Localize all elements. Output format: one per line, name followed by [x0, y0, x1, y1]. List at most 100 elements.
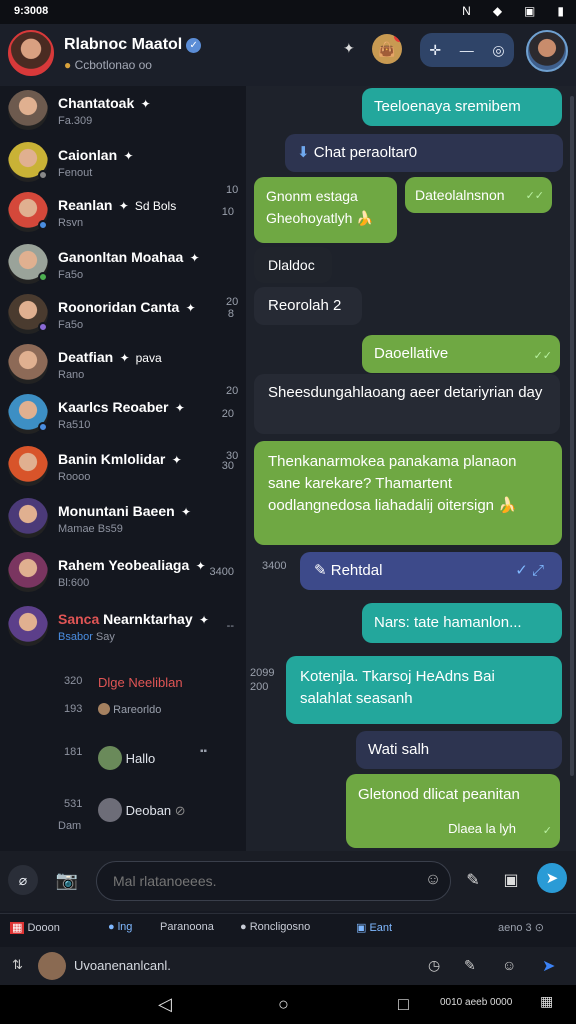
message-bubble[interactable]: Sheesdungahlaoang aeer detariyrian day [254, 374, 560, 434]
chat-list-item[interactable]: Chantatoak ✦ Fa.309 [0, 86, 246, 136]
chat-list-item[interactable]: Caionlan ✦ Fenout [0, 138, 246, 188]
emoji-picker-icon[interactable]: ☺ [418, 865, 448, 895]
home-icon[interactable]: ○ [278, 994, 289, 1015]
sub-thread-time: 181 [64, 746, 83, 758]
minus-icon[interactable]: — [460, 42, 474, 58]
header-avatar[interactable] [8, 30, 54, 76]
quick-avatar[interactable] [38, 952, 66, 980]
message-bubble[interactable]: Dateolalnsnon ✓✓ [405, 177, 552, 213]
composer-bar: ⌀ 📷 ☺ ✎ ▣ [0, 851, 576, 911]
sub-thread-text: Rareorldo [98, 703, 161, 716]
chat-list-item[interactable]: Roonoridan Canta ✦ Fa5o 8 [0, 290, 246, 340]
more-icon[interactable]: ▪▪ [200, 746, 207, 757]
message-bubble[interactable]: ⬇ Chat peraoltar0 [285, 134, 563, 172]
quick-reply-text[interactable]: Uvoanenanlcanl. [74, 958, 171, 973]
sub-thread-row[interactable]: 181 Hallo ▪▪ [0, 736, 246, 776]
recents-icon[interactable]: □ [398, 994, 409, 1015]
message-bubble[interactable]: Gletonod dlicat peanitan Dlaea la lyh ✓ [346, 774, 560, 848]
contact-name: Kaarlcs Reoaber ✦ [58, 399, 185, 415]
message-bubble[interactable]: Kotenjla. Tkarsoj HeAdns Bai salahlat se… [286, 656, 562, 724]
message-text: Kotenjla. Tkarsoj HeAdns Bai salahlat se… [300, 668, 495, 707]
pencil-icon: ✎ [314, 562, 327, 579]
message-bubble[interactable]: Nars: tate hamanlon... [362, 603, 562, 643]
send-button[interactable]: ➤ [537, 863, 567, 893]
tab-label: aeno 3 [498, 922, 532, 934]
tab-label: lng [117, 921, 133, 933]
contact-prefix: Sanca [58, 611, 100, 627]
tab-4[interactable]: ● Roncligosno [240, 921, 310, 933]
back-icon[interactable]: ◁ [158, 994, 172, 1015]
gift-bag-icon[interactable]: 👜 1 [372, 34, 402, 64]
message-bubble[interactable]: Teeloenaya sremibem [362, 88, 562, 126]
message-text: Gnonm estaga Gheohoyatlyh [266, 188, 358, 226]
add-icon[interactable]: ✛ [429, 42, 441, 59]
message-bubble[interactable]: Reorolah 2 [254, 287, 362, 325]
chat-list-item[interactable]: Deatfian ✦ pava Rano [0, 340, 246, 390]
verified-icon: ✓ [186, 38, 202, 53]
contact-name-text: Reanlan [58, 197, 113, 213]
sparkle-icon[interactable]: ✦ [343, 40, 355, 57]
pen-icon[interactable]: ✎ [464, 957, 476, 974]
message-bubble[interactable]: Daoellative ✓✓ [362, 335, 560, 373]
message-preview: Rano [58, 369, 84, 381]
tab-label: Roncligosno [249, 921, 311, 933]
target-icon[interactable]: ◎ [492, 42, 504, 59]
swap-icon[interactable]: ⇅ [12, 957, 23, 973]
message-input[interactable] [96, 861, 451, 901]
contact-avatar [8, 90, 48, 130]
tab-1[interactable]: ▦ Dooon [10, 921, 60, 934]
message-bubble[interactable]: Dlaldoc [254, 247, 332, 283]
tab-3[interactable]: Paranoona [160, 921, 214, 933]
contact-name-text: Roonoridan Canta [58, 299, 180, 315]
contact-name: Banin Kmlolidar ✦ [58, 451, 182, 467]
sub-thread-row[interactable]: 193 Rareorldo [0, 693, 246, 733]
mini-avatar [98, 746, 122, 770]
presence-dot [38, 220, 48, 230]
chat-list-item[interactable]: Banin Kmlolidar ✦ Roooo 30 [0, 442, 246, 492]
chat-meta: 20 [221, 408, 234, 420]
scrollbar[interactable] [570, 96, 574, 776]
preview-text: Rano [58, 369, 85, 381]
chat-subtitle-text: Ccbotlonao oo [74, 58, 152, 72]
qr-icon[interactable]: ▦ [540, 993, 553, 1010]
message-text: Dateolalnsnon [415, 187, 505, 203]
message-bubble[interactable]: Gnonm estaga Gheohoyatlyh 🍌 [254, 177, 397, 243]
chat-list-item[interactable]: Ganonltan Moahaa ✦ Fa5o [0, 240, 246, 290]
chat-title-text: Rlabnoc Maatol [64, 36, 183, 53]
preview-text: Fa5o [58, 269, 84, 281]
contact-extra: pava [135, 351, 162, 365]
tab-6[interactable]: aeno 3 ⊙ [498, 921, 544, 934]
message-bubble[interactable]: Wati salh [356, 731, 562, 769]
clock-icon[interactable]: ◷ [428, 957, 440, 974]
attach-clip-icon[interactable]: ⌀ [8, 865, 38, 895]
message-preview: Fa.309 [58, 115, 92, 127]
contact-name: Reanlan ✦ Sd Bols [58, 197, 176, 213]
send-icon[interactable]: ➤ [542, 956, 555, 976]
profile-avatar[interactable] [526, 30, 568, 72]
chat-list-item[interactable]: Reanlan ✦ Sd Bols Rsvn 10 [0, 188, 246, 238]
paperclip-icon[interactable]: ✎ [458, 865, 488, 895]
sticker-icon[interactable]: ▣ [496, 865, 526, 895]
edit-check-icon: ✓ ⤢ [515, 562, 544, 579]
quick-reply-bar: ⇅ Uvoanenanlcanl. ◷ ✎ ☺ ➤ [0, 947, 576, 985]
tab-label: Dooon [27, 922, 60, 934]
chat-title[interactable]: Rlabnoc Maatol ✓ [64, 36, 202, 54]
chat-list-item[interactable]: Monuntani Baeen ✦ Mamae Bs59 [0, 494, 246, 544]
tab-2[interactable]: ● lng [108, 921, 132, 933]
smile-icon[interactable]: ☺ [502, 957, 516, 973]
message-bubble[interactable]: ✎ Rehtdal ✓ ⤢ [300, 552, 562, 590]
camera-icon[interactable]: 📷 [52, 865, 82, 895]
message-text: Nars: tate hamanlon... [374, 614, 522, 631]
message-text: Gletonod dlicat peanitan [358, 786, 520, 803]
chat-list-item[interactable]: Sanca Nearnktarhay ✦ Bsabor Say -- [0, 602, 246, 652]
contact-name: Rahem Yeobealiaga ✦ [58, 557, 206, 573]
message-preview: Roooo [58, 471, 90, 483]
contact-name-text: Kaarlcs Reoaber [58, 399, 169, 415]
message-bubble[interactable]: Thenkanarmokea panakama planaon sane kar… [254, 441, 562, 545]
tab-5[interactable]: ▣ Eant [356, 921, 392, 934]
chat-list-item[interactable]: Rahem Yeobealiaga ✦ Bl:600 3400 [0, 548, 246, 598]
message-footer-text: Dlaea la lyh [448, 821, 516, 836]
chat-list-item[interactable]: Kaarlcs Reoaber ✦ Ra510 20 [0, 390, 246, 440]
sub-thread-row[interactable]: 531 Dam Deoban ⊘ [0, 788, 246, 832]
badge-icon: ✦ [195, 613, 210, 627]
